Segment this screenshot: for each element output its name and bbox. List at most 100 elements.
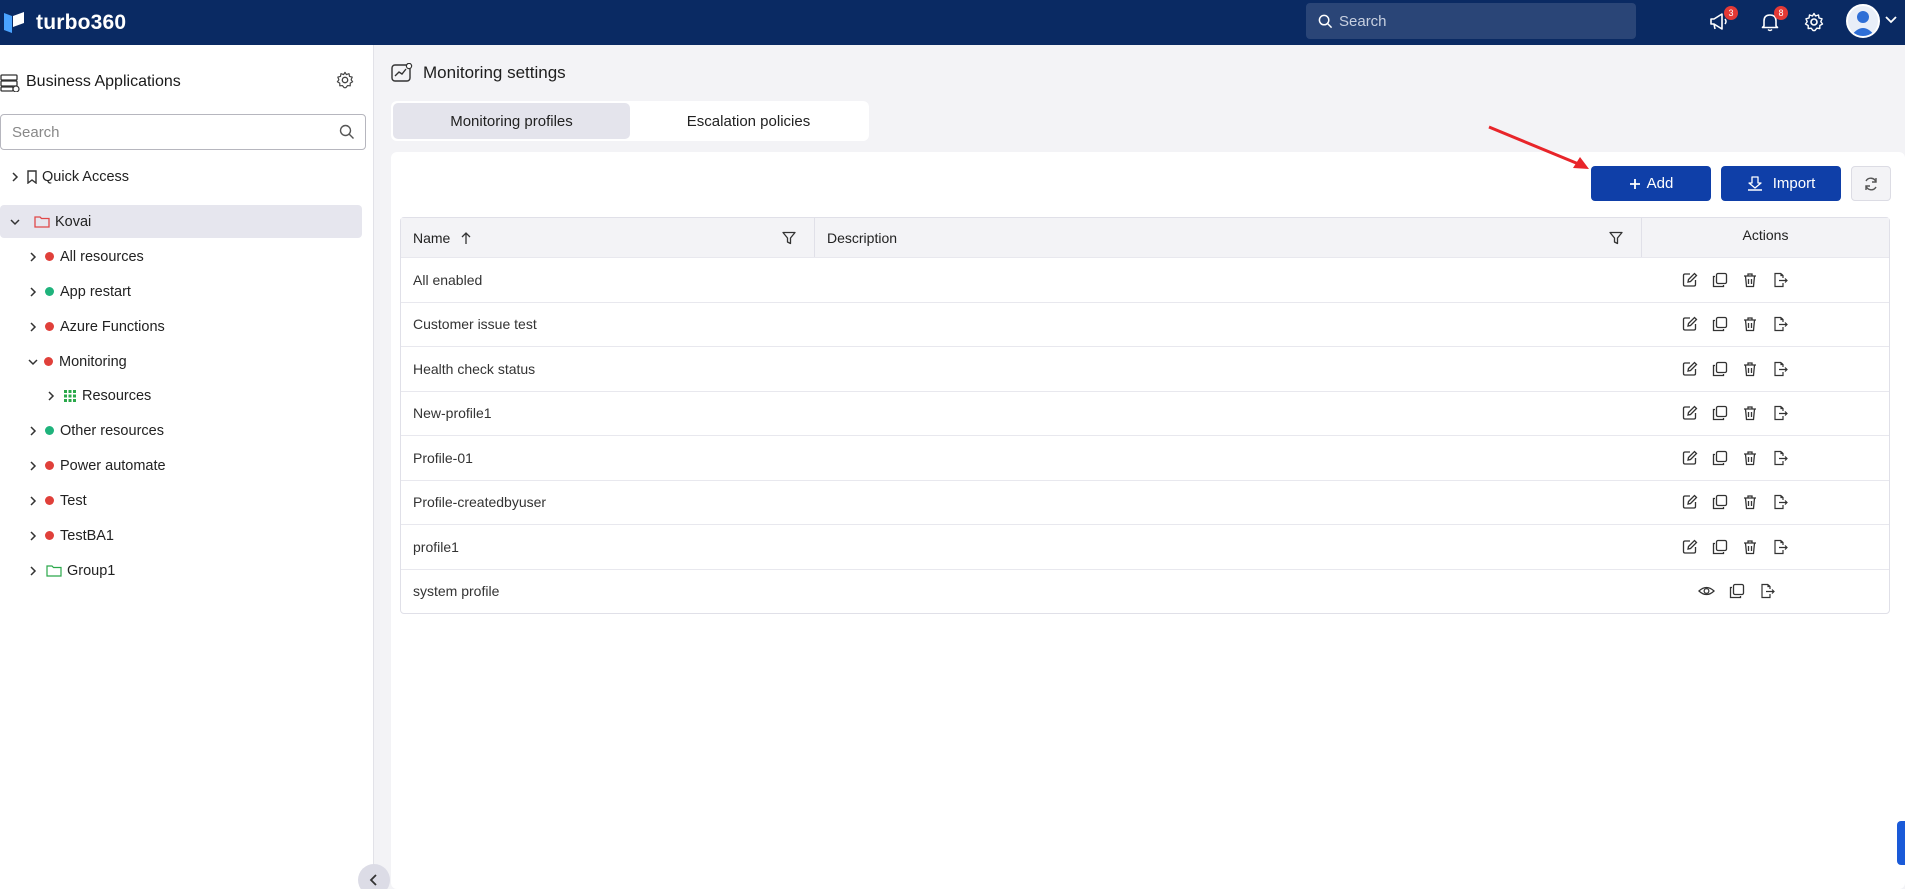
notifications-badge: 8: [1774, 6, 1788, 20]
column-header-description[interactable]: Description: [815, 218, 1642, 257]
tree-item-label: Quick Access: [42, 168, 130, 185]
trash-icon[interactable]: [1741, 360, 1758, 377]
edit-icon[interactable]: [1681, 316, 1698, 333]
tree-item-other-resources[interactable]: Other resources: [0, 414, 362, 447]
export-icon[interactable]: [1771, 494, 1788, 511]
trash-icon[interactable]: [1741, 405, 1758, 422]
chevron-down-icon[interactable]: [26, 355, 40, 369]
chevron-right-icon[interactable]: [26, 320, 40, 334]
copy-icon[interactable]: [1711, 405, 1728, 422]
import-button[interactable]: Import: [1721, 166, 1841, 201]
table-row[interactable]: New-profile1: [401, 390, 1889, 436]
chevron-right-icon[interactable]: [26, 424, 40, 438]
chevron-right-icon[interactable]: [26, 529, 40, 543]
tree-item-testba1[interactable]: TestBA1: [0, 519, 362, 552]
row-actions: [1681, 405, 1788, 422]
copy-icon[interactable]: [1711, 316, 1728, 333]
main-content: Monitoring settings Monitoring profiles …: [375, 45, 1905, 889]
export-icon[interactable]: [1771, 405, 1788, 422]
edit-icon[interactable]: [1681, 360, 1698, 377]
global-search-input[interactable]: [1339, 12, 1619, 30]
copy-icon[interactable]: [1711, 538, 1728, 555]
chevron-right-icon[interactable]: [26, 564, 40, 578]
copy-icon[interactable]: [1711, 271, 1728, 288]
tree-item-label: All resources: [60, 248, 144, 265]
copy-icon[interactable]: [1711, 449, 1728, 466]
chevron-right-icon[interactable]: [8, 170, 22, 184]
tree-item-quick-access[interactable]: Quick Access: [0, 160, 362, 193]
table-row[interactable]: Customer issue test: [401, 301, 1889, 347]
export-icon[interactable]: [1771, 449, 1788, 466]
row-actions: [1681, 494, 1788, 511]
filter-icon[interactable]: [1609, 231, 1623, 248]
tree-item-azure-functions[interactable]: Azure Functions: [0, 310, 362, 343]
trash-icon[interactable]: [1741, 316, 1758, 333]
trash-icon[interactable]: [1741, 271, 1758, 288]
tree-item-test[interactable]: Test: [0, 484, 362, 517]
trash-icon[interactable]: [1741, 538, 1758, 555]
copy-icon[interactable]: [1711, 360, 1728, 377]
edit-icon[interactable]: [1681, 449, 1698, 466]
status-dot: [45, 252, 54, 261]
sidebar-search[interactable]: [0, 114, 366, 150]
edit-icon[interactable]: [1681, 405, 1698, 422]
edit-icon[interactable]: [1681, 271, 1698, 288]
view-icon[interactable]: [1698, 583, 1715, 600]
chevron-right-icon[interactable]: [26, 459, 40, 473]
tree-item-group1[interactable]: Group1: [0, 554, 362, 587]
chevron-right-icon[interactable]: [26, 494, 40, 508]
add-button[interactable]: Add: [1591, 166, 1711, 201]
profile-name: Customer issue test: [413, 316, 537, 333]
tab-escalation-policies[interactable]: Escalation policies: [630, 103, 867, 139]
column-header-name[interactable]: Name: [401, 218, 815, 257]
export-icon[interactable]: [1771, 360, 1788, 377]
side-panel-toggle[interactable]: [1897, 821, 1905, 865]
notifications-button[interactable]: 8: [1756, 6, 1788, 36]
export-icon[interactable]: [1771, 538, 1788, 555]
trash-icon[interactable]: [1741, 494, 1758, 511]
copy-icon[interactable]: [1728, 583, 1745, 600]
tree-item-label: Group1: [67, 562, 116, 579]
trash-icon[interactable]: [1741, 449, 1758, 466]
tree-item-kovai[interactable]: Kovai: [0, 205, 362, 238]
sort-ascending-icon[interactable]: [460, 231, 472, 245]
brand[interactable]: turbo360: [0, 0, 126, 45]
tab-monitoring-profiles[interactable]: Monitoring profiles: [393, 103, 630, 139]
chevron-down-icon[interactable]: [1884, 12, 1898, 29]
chevron-right-icon[interactable]: [26, 285, 40, 299]
edit-icon[interactable]: [1681, 494, 1698, 511]
table-row[interactable]: Health check status: [401, 346, 1889, 391]
tree-item-all-resources[interactable]: All resources: [0, 240, 362, 273]
table-row[interactable]: Profile-createdbyuser: [401, 479, 1889, 525]
export-icon[interactable]: [1771, 316, 1788, 333]
announcements-button[interactable]: 3: [1706, 6, 1738, 36]
refresh-button[interactable]: [1851, 166, 1891, 201]
chevron-down-icon[interactable]: [8, 215, 22, 229]
table-row[interactable]: Profile-01: [401, 435, 1889, 480]
user-avatar[interactable]: [1846, 4, 1880, 38]
tree-item-monitoring[interactable]: Monitoring: [0, 345, 362, 378]
table-row[interactable]: profile1: [401, 524, 1889, 569]
chevron-right-icon[interactable]: [44, 389, 58, 403]
sidebar-settings-button[interactable]: [336, 71, 354, 92]
business-app-icon: [0, 74, 20, 92]
export-icon[interactable]: [1771, 271, 1788, 288]
gear-icon: [336, 71, 354, 89]
table-row[interactable]: All enabled: [401, 257, 1889, 302]
filter-icon[interactable]: [782, 231, 796, 248]
tree-item-app-restart[interactable]: App restart: [0, 275, 362, 308]
table-row[interactable]: system profile: [401, 568, 1889, 614]
turbo360-logo-icon: [0, 0, 28, 45]
settings-button[interactable]: [1800, 8, 1828, 36]
sidebar-search-input[interactable]: [12, 123, 332, 141]
export-icon[interactable]: [1758, 583, 1775, 600]
chevron-right-icon[interactable]: [26, 250, 40, 264]
profile-name: profile1: [413, 538, 459, 555]
tree-item-power-automate[interactable]: Power automate: [0, 449, 362, 482]
announcements-badge: 3: [1724, 6, 1738, 20]
copy-icon[interactable]: [1711, 494, 1728, 511]
row-actions: [1681, 538, 1788, 555]
edit-icon[interactable]: [1681, 538, 1698, 555]
tree-item-resources[interactable]: Resources: [0, 379, 362, 412]
global-search[interactable]: [1306, 3, 1636, 39]
